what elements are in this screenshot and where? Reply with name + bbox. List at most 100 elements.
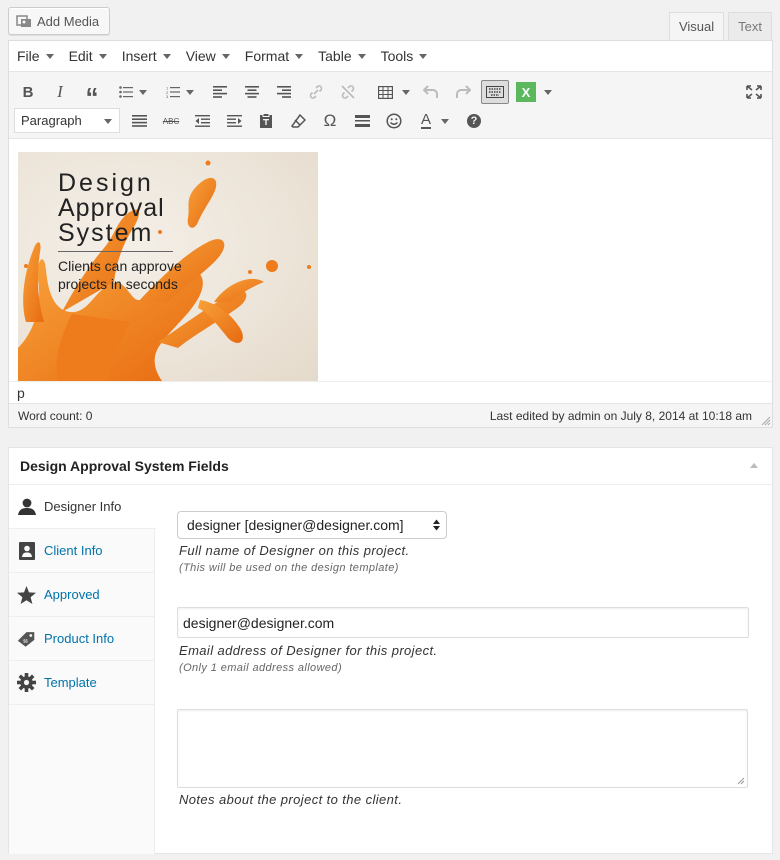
fullscreen-icon[interactable] (744, 80, 764, 104)
menu-table-label: Table (318, 48, 352, 64)
menu-table[interactable]: Table (318, 48, 366, 64)
bullet-list-icon[interactable] (115, 80, 151, 104)
add-media-button[interactable]: Add Media (8, 7, 110, 35)
promo-title-line-2: Approval (58, 194, 165, 222)
tab-approved[interactable]: Approved (9, 573, 154, 617)
tab-label: Template (44, 675, 97, 690)
menu-view[interactable]: View (186, 48, 230, 64)
chevron-down-icon (139, 89, 147, 95)
editor-menubar: File Edit Insert View Format Table Tools (9, 41, 772, 72)
bold-icon[interactable]: B (19, 80, 37, 104)
tab-template[interactable]: Template (9, 661, 154, 705)
help-glyph: ? (467, 114, 481, 128)
email-description: Email address of Designer for this proje… (179, 643, 438, 658)
add-media-label: Add Media (37, 13, 100, 29)
tab-label: Product Info (44, 631, 115, 646)
editor-content-area[interactable]: Design Approval System Clients can appro… (9, 140, 772, 381)
strikethrough-icon[interactable]: ABC (161, 109, 181, 133)
collapse-toggle-icon[interactable] (750, 463, 758, 468)
notes-description: Notes about the project to the client. (179, 792, 403, 807)
media-icon (16, 14, 32, 28)
format-select-value: Paragraph (21, 113, 82, 128)
menu-file-label: File (17, 48, 40, 64)
svg-text:3: 3 (166, 94, 169, 98)
tab-designer-info[interactable]: Designer Info (9, 485, 156, 529)
tab-client-info[interactable]: Client Info (9, 529, 154, 573)
tab-product-info[interactable]: $$ Product Info (9, 617, 154, 661)
outdent-icon[interactable] (193, 109, 211, 133)
blockquote-icon[interactable]: “ (82, 80, 102, 112)
tab-label: Approved (44, 587, 100, 602)
chevron-down-icon (221, 53, 230, 59)
metabox-side-tabs: Designer Info Client Info Approved $$ Pr… (9, 485, 156, 854)
text-color-icon[interactable]: A (415, 109, 455, 133)
tab-label: Client Info (44, 543, 103, 558)
align-center-icon[interactable] (243, 80, 261, 104)
help-icon[interactable]: ? (466, 109, 482, 133)
toolbar-row-1: B I “ 123 X (9, 78, 772, 112)
toolbar-row-2: Paragraph ABC Ω A ? (9, 107, 772, 135)
tab-visual[interactable]: Visual (668, 12, 725, 40)
align-left-icon[interactable] (211, 80, 229, 104)
editor-mode-tabs: Visual Text (668, 12, 772, 40)
indent-icon[interactable] (225, 109, 243, 133)
excel-dropdown[interactable] (541, 80, 555, 104)
text-color-glyph: A (420, 111, 431, 129)
menu-insert-label: Insert (121, 48, 157, 64)
designer-email-field[interactable]: designer@designer.com (177, 607, 749, 638)
chevron-down-icon (98, 53, 107, 59)
excel-icon[interactable]: X (516, 82, 536, 102)
promo-subtitle-line-2: projects in seconds (58, 276, 178, 292)
clear-format-icon[interactable] (289, 109, 307, 133)
resize-grip-icon[interactable] (737, 777, 745, 785)
designer-select[interactable]: designer [designer@designer.com] (177, 511, 447, 539)
align-right-icon[interactable] (275, 80, 293, 104)
numbered-list-icon[interactable]: 123 (162, 80, 198, 104)
id-card-icon (17, 541, 36, 560)
email-note: (Only 1 email address allowed) (179, 662, 343, 674)
toolbar-toggle-icon[interactable] (481, 80, 509, 104)
horizontal-rule-icon[interactable] (353, 109, 371, 133)
designer-email-value: designer@designer.com (183, 614, 335, 631)
link-icon[interactable] (307, 80, 325, 104)
editor-toolbar: B I “ 123 X Paragraph ABC Ω A ? (9, 72, 772, 139)
redo-icon[interactable] (454, 80, 472, 104)
designer-select-value: designer [designer@designer.com] (187, 517, 404, 533)
menu-tools[interactable]: Tools (381, 48, 428, 64)
menu-edit-label: Edit (68, 48, 93, 64)
table-icon[interactable] (370, 80, 418, 104)
promo-subtitle-line-1: Clients can approve (58, 258, 182, 274)
emoticon-icon[interactable] (385, 109, 403, 133)
chevron-down-icon (104, 119, 112, 124)
menu-file[interactable]: File (17, 48, 54, 64)
promo-title-line-1: Design (58, 169, 154, 197)
svg-text:$$: $$ (23, 638, 28, 643)
metabox-header[interactable]: Design Approval System Fields (9, 448, 772, 485)
unlink-icon[interactable] (339, 80, 357, 104)
select-arrows-icon (433, 519, 440, 531)
format-select[interactable]: Paragraph (14, 108, 120, 133)
chevron-down-icon (419, 53, 428, 59)
italic-icon[interactable]: I (51, 80, 69, 104)
menu-insert[interactable]: Insert (122, 48, 171, 64)
element-path[interactable]: p (9, 381, 772, 403)
promo-image[interactable]: Design Approval System Clients can appro… (18, 152, 318, 381)
undo-icon[interactable] (422, 80, 440, 104)
justify-icon[interactable] (130, 109, 148, 133)
star-icon (17, 585, 36, 604)
tab-text[interactable]: Text (728, 12, 772, 40)
special-char-icon[interactable]: Ω (320, 109, 340, 133)
menu-format[interactable]: Format (244, 48, 304, 64)
chevron-down-icon (45, 53, 54, 59)
design-approval-metabox: Design Approval System Fields Designer I… (8, 447, 773, 854)
resize-grip-icon[interactable] (761, 416, 771, 426)
paste-text-icon[interactable] (257, 109, 275, 133)
menu-format-label: Format (244, 48, 290, 64)
last-edited: Last edited by admin on July 8, 2014 at … (489, 408, 752, 423)
menu-tools-label: Tools (380, 48, 414, 64)
project-notes-textarea[interactable] (177, 709, 748, 788)
menu-edit[interactable]: Edit (69, 48, 107, 64)
word-count: Word count: 0 (18, 408, 93, 423)
menu-view-label: View (185, 48, 216, 64)
gear-icon (17, 673, 36, 692)
